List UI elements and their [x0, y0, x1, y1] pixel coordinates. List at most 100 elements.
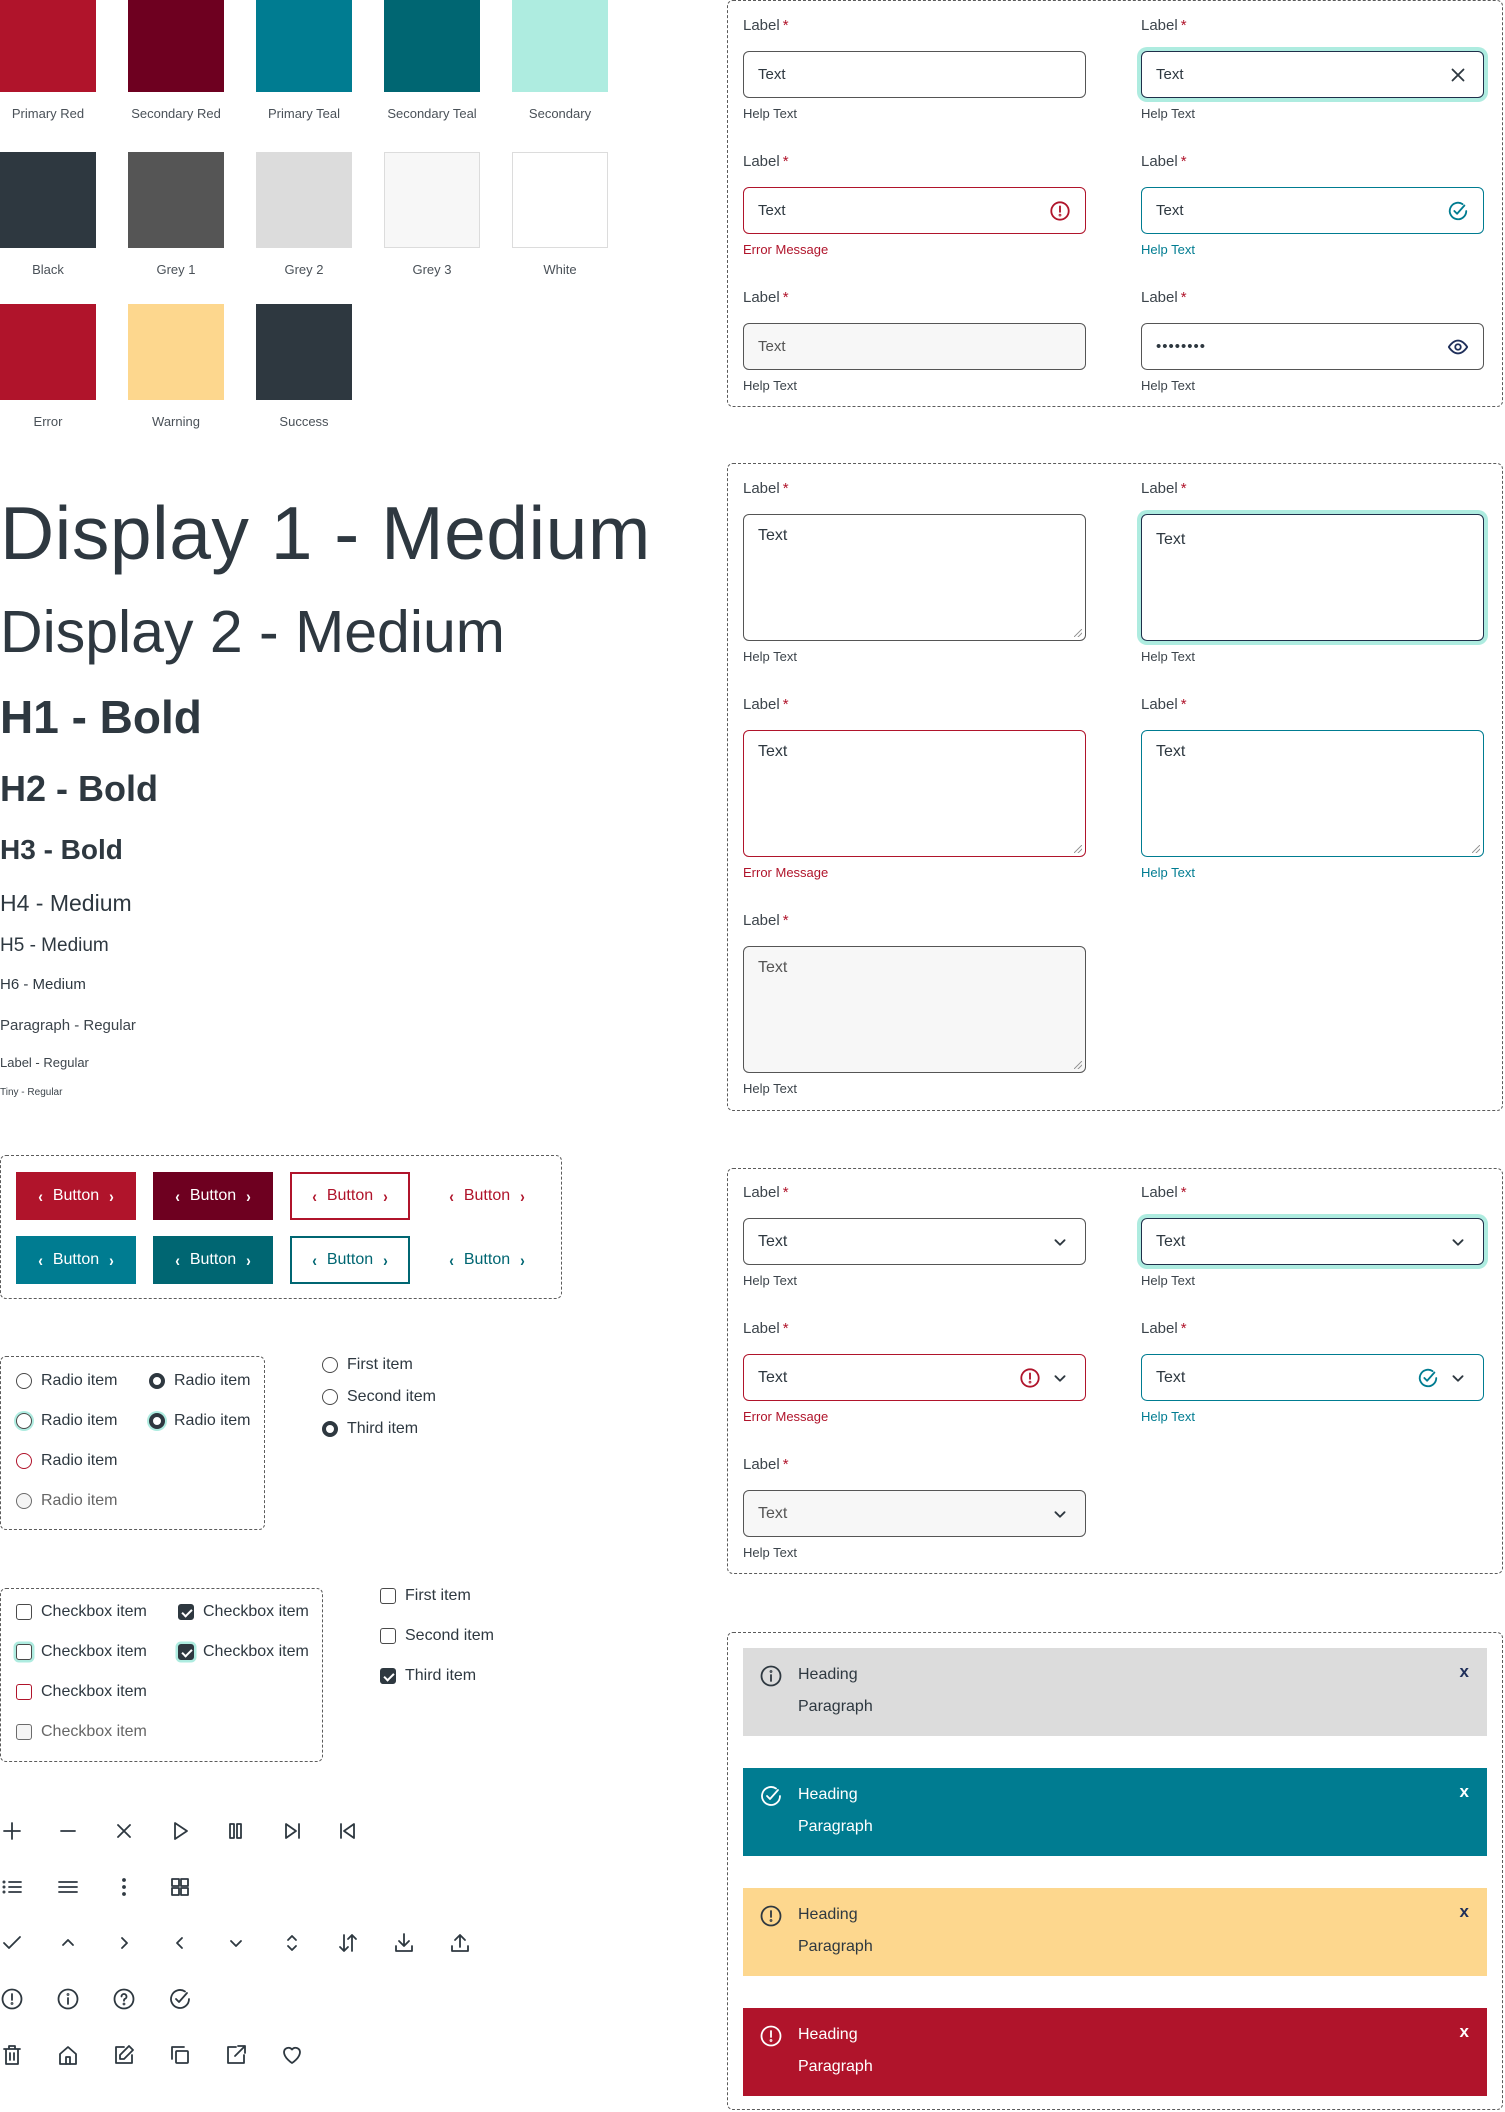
close-icon[interactable]	[1447, 64, 1469, 86]
radio-button[interactable]	[322, 1421, 338, 1437]
radio-list-item[interactable]: Third item	[322, 1420, 418, 1438]
checkbox-label: First item	[405, 1587, 471, 1604]
button-label: Button	[189, 1187, 237, 1204]
color-chip	[0, 0, 96, 92]
input-value: Text	[1156, 66, 1184, 83]
eye-icon[interactable]	[1447, 336, 1469, 358]
radio-disabled[interactable]: Radio item	[16, 1492, 117, 1510]
button-red-text[interactable]: ‹ Button ›	[427, 1172, 547, 1220]
checkbox-list-item[interactable]: Third item	[380, 1667, 476, 1685]
radio-focus[interactable]: Radio item	[16, 1412, 117, 1430]
swatch-secondary-teal: Secondary Teal	[384, 0, 480, 121]
help-circle-icon	[112, 1987, 136, 2011]
text-input[interactable]: Text	[1141, 51, 1484, 98]
type-h4: H4 - Medium	[0, 890, 132, 916]
radio-list-item[interactable]: First item	[322, 1356, 413, 1374]
text-input[interactable]: Text	[743, 323, 1086, 370]
select-dropdown[interactable]: Text	[1141, 1218, 1484, 1265]
field-label: Label *	[743, 1455, 1086, 1475]
checkbox[interactable]	[16, 1684, 32, 1700]
checkbox-focus-checked[interactable]: Checkbox item	[178, 1643, 309, 1661]
checkbox[interactable]	[380, 1668, 396, 1684]
radio-button[interactable]	[322, 1357, 338, 1373]
alert-circle-icon	[1049, 200, 1071, 222]
label-text: Label	[743, 912, 780, 929]
list-icon	[0, 1875, 24, 1899]
close-icon[interactable]: x	[1460, 2022, 1469, 2042]
swatch-label: Grey 3	[412, 262, 452, 277]
select-dropdown[interactable]: Text	[743, 1490, 1086, 1537]
checkbox-list-item[interactable]: Second item	[380, 1627, 494, 1645]
radio-button[interactable]	[16, 1373, 32, 1389]
checkbox[interactable]	[380, 1588, 396, 1604]
radio-list-item[interactable]: Second item	[322, 1388, 436, 1406]
textarea[interactable]: Text	[1141, 514, 1484, 641]
button-teal-outline[interactable]: ‹ Button ›	[290, 1236, 410, 1284]
checkbox-error[interactable]: Checkbox item	[16, 1683, 147, 1701]
radio-button[interactable]	[16, 1493, 32, 1509]
field-label: Label *	[743, 1183, 1086, 1203]
radio-button[interactable]	[16, 1453, 32, 1469]
required-asterisk: *	[1180, 480, 1187, 497]
radio-button[interactable]	[149, 1373, 165, 1389]
radio-label: Radio item	[41, 1492, 118, 1509]
grid-icon	[168, 1875, 192, 1899]
checkbox-default-checked[interactable]: Checkbox item	[178, 1603, 309, 1621]
radio-focus-checked[interactable]: Radio item	[149, 1412, 250, 1430]
textarea[interactable]: Text	[1141, 730, 1484, 857]
button-primary-red[interactable]: ‹ Button ›	[16, 1172, 136, 1220]
text-input[interactable]: Text	[1141, 187, 1484, 234]
checkbox-focus[interactable]: Checkbox item	[16, 1643, 147, 1661]
select-dropdown[interactable]: Text	[743, 1218, 1086, 1265]
swatch-primary-red: Primary Red	[0, 0, 96, 121]
button-secondary-teal[interactable]: ‹ Button ›	[153, 1236, 273, 1284]
select-dropdown[interactable]: Text	[1141, 1354, 1484, 1401]
text-input[interactable]: Text	[743, 51, 1086, 98]
help-text: Help Text	[743, 378, 797, 393]
checkbox-default[interactable]: Checkbox item	[16, 1603, 147, 1621]
textarea[interactable]: Text	[743, 946, 1086, 1073]
checkbox[interactable]	[16, 1644, 32, 1660]
button-primary-teal[interactable]: ‹ Button ›	[16, 1236, 136, 1284]
checkbox[interactable]	[16, 1724, 32, 1740]
error-message: Error Message	[743, 242, 829, 257]
chevron-left-icon: ‹	[175, 1186, 180, 1206]
info-circle-icon	[56, 1987, 80, 2011]
button-red-outline[interactable]: ‹ Button ›	[290, 1172, 410, 1220]
checkbox[interactable]	[178, 1644, 194, 1660]
button-teal-text[interactable]: ‹ Button ›	[427, 1236, 547, 1284]
check-icon	[0, 1931, 24, 1955]
checkbox-disabled[interactable]: Checkbox item	[16, 1723, 147, 1741]
checkbox-label: Checkbox item	[203, 1603, 309, 1620]
label-text: Label	[1141, 480, 1178, 497]
close-icon[interactable]: x	[1460, 1662, 1469, 1682]
checkbox[interactable]	[178, 1604, 194, 1620]
textarea[interactable]: Text	[743, 514, 1086, 641]
radio-label: Radio item	[41, 1412, 118, 1429]
radio-button[interactable]	[149, 1413, 165, 1429]
radio-default[interactable]: Radio item	[16, 1372, 117, 1390]
radio-button[interactable]	[16, 1413, 32, 1429]
textarea[interactable]: Text	[743, 730, 1086, 857]
button-label: Button	[326, 1251, 374, 1268]
checkbox[interactable]	[380, 1628, 396, 1644]
text-input[interactable]: ••••••••	[1141, 323, 1484, 370]
radio-default-checked[interactable]: Radio item	[149, 1372, 250, 1390]
resize-handle[interactable]	[1074, 845, 1082, 853]
close-icon[interactable]: x	[1460, 1782, 1469, 1802]
required-asterisk: *	[782, 1456, 789, 1473]
button-secondary-red[interactable]: ‹ Button ›	[153, 1172, 273, 1220]
checkbox[interactable]	[16, 1604, 32, 1620]
radio-error[interactable]: Radio item	[16, 1452, 117, 1470]
select-dropdown[interactable]: Text	[743, 1354, 1086, 1401]
close-icon[interactable]: x	[1460, 1902, 1469, 1922]
resize-handle[interactable]	[1074, 1061, 1082, 1069]
radio-button[interactable]	[322, 1389, 338, 1405]
pause-icon	[224, 1819, 248, 1843]
resize-handle[interactable]	[1472, 845, 1480, 853]
button-label: Button	[463, 1251, 511, 1268]
help-text: Help Text	[743, 1081, 797, 1096]
checkbox-list-item[interactable]: First item	[380, 1587, 471, 1605]
resize-handle[interactable]	[1074, 629, 1082, 637]
text-input[interactable]: Text	[743, 187, 1086, 234]
